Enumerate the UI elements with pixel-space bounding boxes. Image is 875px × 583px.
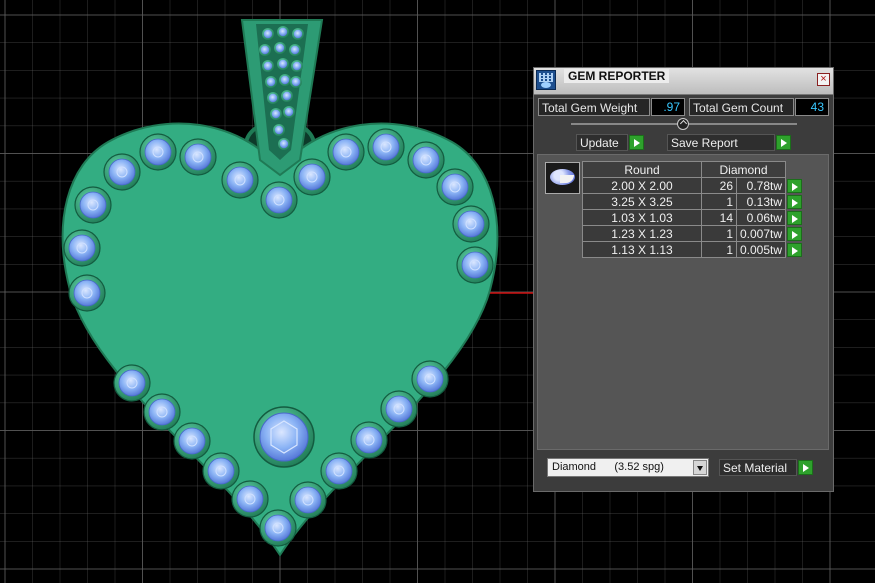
gem-stone (416, 365, 444, 393)
bail-gem (282, 91, 292, 101)
bail-gem (260, 45, 270, 55)
gem-size: 1.03 X 1.03 (582, 209, 702, 226)
gem-stone (79, 191, 107, 219)
gem-stone (236, 485, 264, 513)
gem-stone (461, 251, 489, 279)
update-play-icon[interactable] (629, 135, 644, 150)
gem-stone (144, 138, 172, 166)
gem-count: 1 (701, 241, 737, 258)
bail-gem (278, 27, 288, 37)
gem-count: 1 (701, 193, 737, 210)
gem-stone (385, 395, 413, 423)
gem-weight: 0.06tw (735, 209, 787, 226)
panel-collapse-knob[interactable] (677, 118, 689, 130)
gem-weight: 0.13tw (735, 193, 787, 210)
gem-stone (294, 486, 322, 514)
gem-stone (178, 427, 206, 455)
set-material-play-icon[interactable] (798, 460, 813, 475)
round-gem-thumbnail-icon[interactable] (545, 162, 580, 194)
gem-size: 2.00 X 2.00 (582, 177, 702, 194)
bail-gem (278, 59, 288, 69)
gem-weight: 0.005tw (735, 241, 787, 258)
gem-size: 1.23 X 1.23 (582, 225, 702, 242)
gem-table-row[interactable]: 1.23 X 1.23 1 0.007tw (582, 225, 804, 242)
shape-header: Round (582, 161, 702, 178)
gem-stone (412, 146, 440, 174)
gem-stone (184, 143, 212, 171)
bail-gem (280, 75, 290, 85)
bail-gem (263, 61, 273, 71)
gem-stone (264, 514, 292, 542)
bail-gem (275, 43, 285, 53)
gem-stone (68, 234, 96, 262)
select-gem-play-icon[interactable] (787, 242, 803, 257)
material-select-value: Diamond (3.52 spg) (552, 461, 664, 473)
gem-count: 26 (701, 177, 737, 194)
bail-gem (279, 139, 289, 149)
bail-gem (268, 93, 278, 103)
save-report-play-icon[interactable] (776, 135, 791, 150)
gem-table-header-row: Round Diamond (582, 161, 804, 178)
bail-gem (271, 109, 281, 119)
set-material-button[interactable]: Set Material (719, 459, 797, 476)
gem-table-row[interactable]: 2.00 X 2.00 26 0.78tw (582, 177, 804, 194)
total-gem-count-label: Total Gem Count (689, 98, 794, 116)
gem-table: Round Diamond 2.00 X 2.00 26 0.78tw 3.25 X … (582, 161, 804, 258)
bail-gem (291, 77, 301, 87)
material-header: Diamond (700, 161, 787, 178)
gem-count: 14 (701, 209, 737, 226)
panel-title: GEM REPORTER (564, 69, 670, 83)
gem-stone (265, 186, 293, 214)
panel-titlebar[interactable]: GEM REPORTER × (534, 68, 833, 95)
gem-stone (355, 426, 383, 454)
bail-gem (263, 29, 273, 39)
gem-size: 3.25 X 3.25 (582, 193, 702, 210)
close-button[interactable]: × (817, 73, 830, 86)
center-gem (259, 412, 309, 462)
gem-reporter-panel: GEM REPORTER × Total Gem Weight .97 Tota… (533, 67, 834, 492)
gem-stone (332, 138, 360, 166)
gem-stone (298, 163, 326, 191)
gem-stone (457, 210, 485, 238)
total-gem-weight-value: .97 (651, 98, 685, 116)
gem-stone (226, 166, 254, 194)
total-gem-weight-label: Total Gem Weight (538, 98, 650, 116)
select-gem-play-icon[interactable] (787, 226, 803, 241)
gem-stone (108, 158, 136, 186)
chevron-down-icon[interactable] (693, 460, 707, 475)
select-gem-play-icon[interactable] (787, 178, 803, 193)
update-button[interactable]: Update (576, 134, 628, 151)
bail-gem (293, 29, 303, 39)
gem-table-row[interactable]: 3.25 X 3.25 1 0.13tw (582, 193, 804, 210)
gem-stone (207, 457, 235, 485)
bail-gem (290, 45, 300, 55)
total-gem-count-value: 43 (795, 98, 829, 116)
gem-stone (148, 398, 176, 426)
material-select[interactable]: Diamond (3.52 spg) (547, 458, 709, 477)
gem-stone (372, 133, 400, 161)
bail-gem (284, 107, 294, 117)
gem-table-row[interactable]: 1.03 X 1.03 14 0.06tw (582, 209, 804, 226)
gem-table-row[interactable]: 1.13 X 1.13 1 0.005tw (582, 241, 804, 258)
gem-reporter-icon (536, 70, 556, 90)
gem-stone (73, 279, 101, 307)
gem-weight: 0.78tw (735, 177, 787, 194)
gem-count: 1 (701, 225, 737, 242)
bail-gem (266, 77, 276, 87)
gem-stone (118, 369, 146, 397)
gem-size: 1.13 X 1.13 (582, 241, 702, 258)
select-gem-play-icon[interactable] (787, 194, 803, 209)
select-gem-play-icon[interactable] (787, 210, 803, 225)
save-report-button[interactable]: Save Report (667, 134, 775, 151)
bail-gem (292, 61, 302, 71)
gem-list-area: Round Diamond 2.00 X 2.00 26 0.78tw 3.25 X … (537, 154, 829, 450)
gem-stone (325, 457, 353, 485)
gem-stone (441, 173, 469, 201)
gem-weight: 0.007tw (735, 225, 787, 242)
bail-gem (274, 125, 284, 135)
